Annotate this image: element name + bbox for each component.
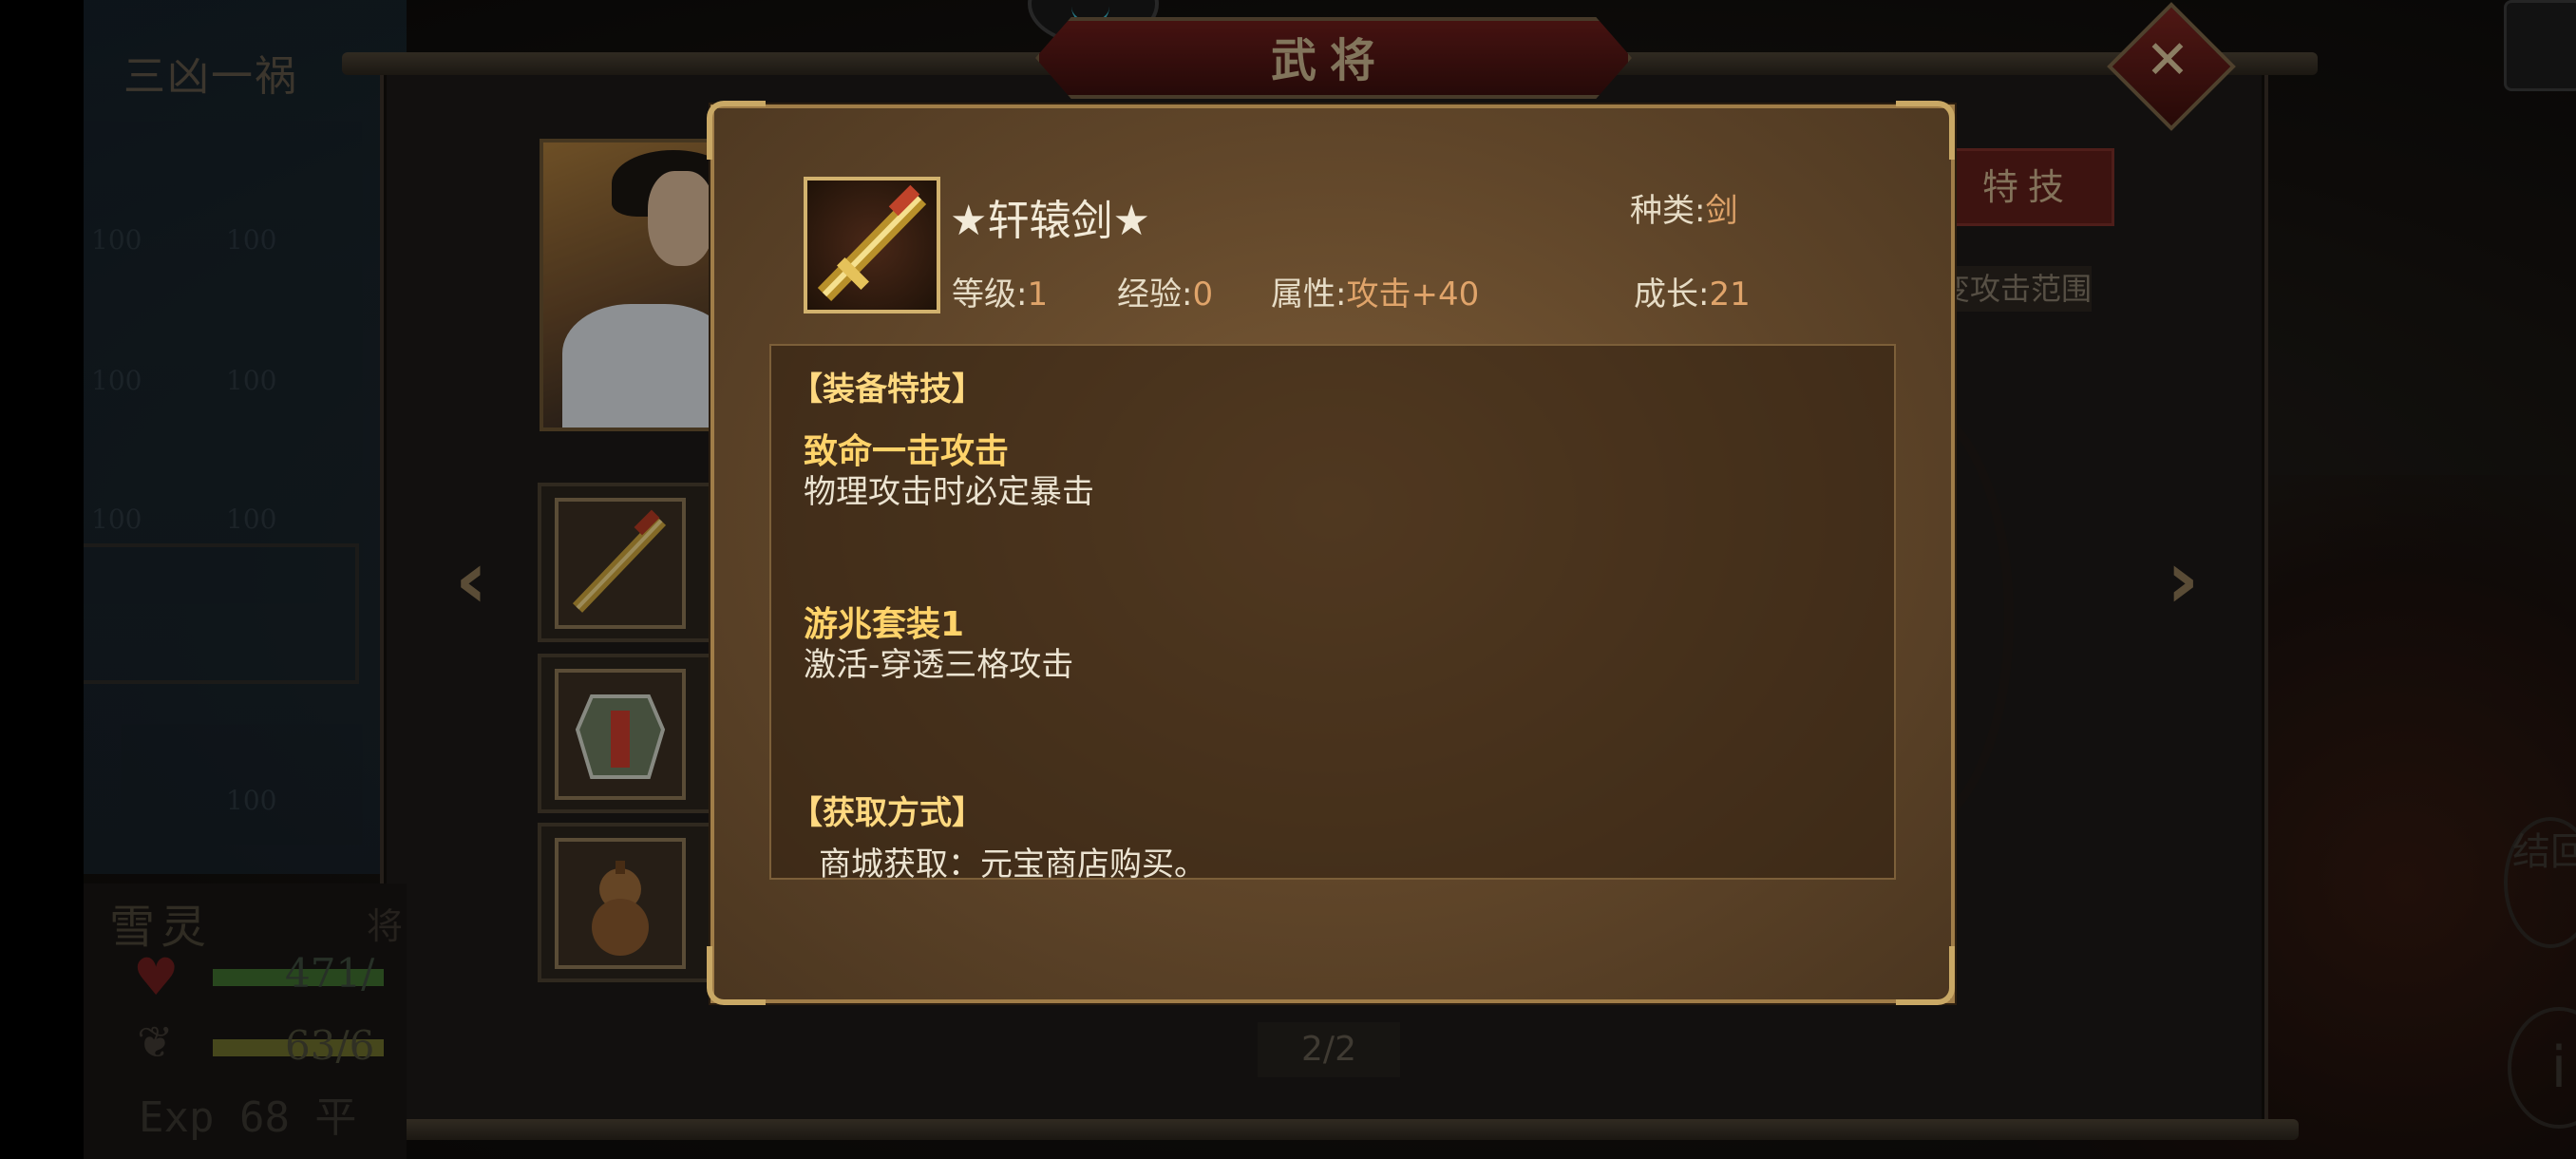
equip-skill-header: 【装备特技】 bbox=[790, 370, 984, 408]
item-level: 等级:1 bbox=[952, 268, 1048, 314]
item-growth-label: 成长: bbox=[1634, 276, 1710, 314]
item-attr-label: 属性: bbox=[1271, 276, 1347, 314]
sword-icon bbox=[804, 177, 940, 314]
item-type-label: 种类: bbox=[1630, 192, 1706, 230]
corner-ornament bbox=[1896, 946, 1955, 1005]
item-attr-value: 攻击+40 bbox=[1346, 276, 1480, 314]
item-type-value: 剑 bbox=[1705, 192, 1738, 230]
item-exp: 经验:0 bbox=[1117, 268, 1213, 314]
game-screen: 100 100 100 100 100 100 100 三凶一祸 回合 武将 ✕ bbox=[0, 0, 2576, 1159]
corner-ornament bbox=[1896, 101, 1955, 160]
obtain-text: 商城获取：元宝商店购买。 bbox=[819, 846, 1206, 880]
effect-text: 激活-穿透三格攻击 bbox=[804, 646, 1074, 684]
item-type: 种类:剑 bbox=[1630, 184, 1737, 231]
obtain-header: 【获取方式】 bbox=[790, 794, 984, 832]
effect-text: 物理攻击时必定暴击 bbox=[804, 473, 1094, 511]
item-description-box[interactable]: 【装备特技】 致命一击攻击 物理攻击时必定暴击 游兆套装1 激活-穿透三格攻击 … bbox=[769, 344, 1896, 880]
corner-ornament bbox=[707, 101, 766, 160]
item-name: ★轩辕剑★ bbox=[950, 197, 1150, 245]
item-exp-label: 经验: bbox=[1117, 276, 1193, 314]
item-level-value: 1 bbox=[1027, 276, 1049, 314]
item-growth-value: 21 bbox=[1709, 276, 1751, 314]
corner-ornament bbox=[707, 946, 766, 1005]
item-growth: 成长:21 bbox=[1634, 268, 1751, 314]
item-level-label: 等级: bbox=[952, 276, 1028, 314]
item-attr: 属性:攻击+40 bbox=[1271, 268, 1479, 314]
item-exp-value: 0 bbox=[1192, 276, 1214, 314]
